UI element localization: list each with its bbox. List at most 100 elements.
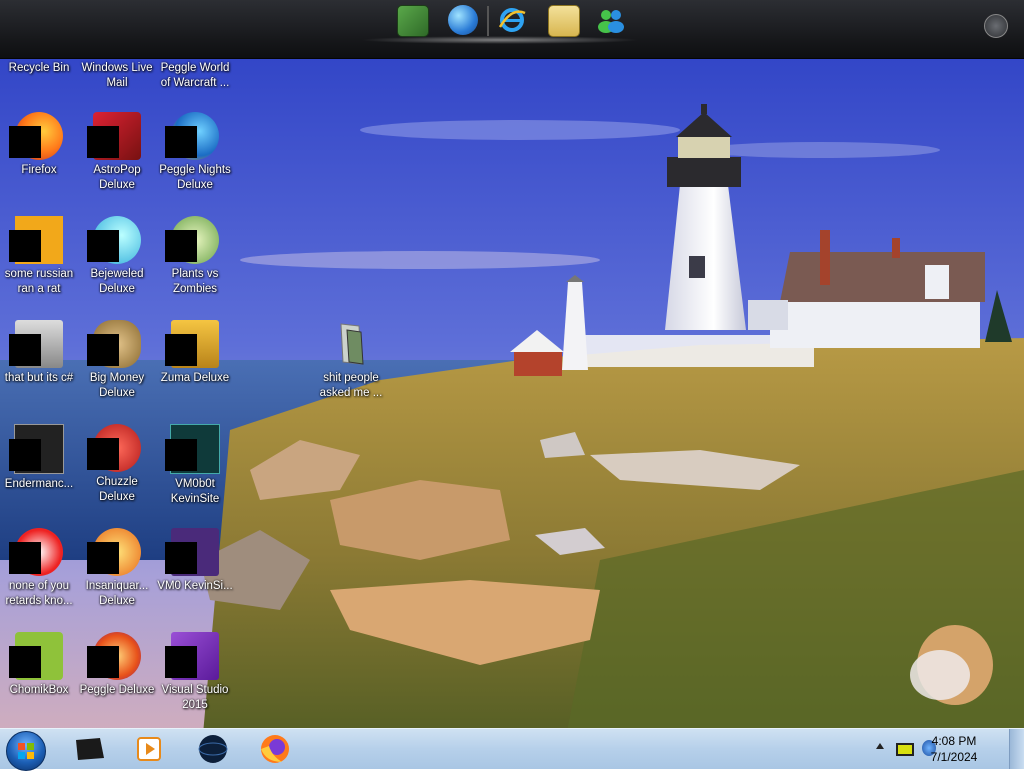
redaction-box xyxy=(87,334,119,366)
bejeweled-icon xyxy=(87,216,141,264)
redaction-box xyxy=(165,646,197,678)
desktop-icon-label: Insaniquar... Deluxe xyxy=(85,580,149,607)
messenger-icon[interactable] xyxy=(596,5,626,35)
redaction-box xyxy=(165,334,197,366)
desktop-icon-big-money[interactable]: Big Money Deluxe xyxy=(78,320,156,401)
chomikbox-icon xyxy=(9,632,63,680)
desktop-icon-label: shit people asked me ... xyxy=(319,372,383,399)
desktop-icon-label: Recycle Bin xyxy=(8,62,70,74)
desktop-icon-astropop[interactable]: AstroPop Deluxe xyxy=(78,112,156,193)
insaniquarium-icon xyxy=(87,528,141,576)
mail-icon[interactable] xyxy=(548,5,580,37)
app-icon xyxy=(165,528,219,576)
globe-icon[interactable] xyxy=(190,732,236,766)
desktop-icon-label: Zuma Deluxe xyxy=(160,372,230,384)
firefox-icon xyxy=(9,112,63,160)
dock-menu-icon[interactable] xyxy=(984,14,1008,38)
desktop-icon-label: Chuzzle Deluxe xyxy=(96,476,138,503)
desktop-icon-label: Firefox xyxy=(21,164,57,176)
peggle-icon xyxy=(87,632,141,680)
minecraft-icon[interactable] xyxy=(397,5,429,37)
redaction-box xyxy=(9,126,41,158)
astropop-icon xyxy=(87,112,141,160)
peggle-nights-icon xyxy=(165,112,219,160)
desktop-icon-chomikbox[interactable]: ChomikBox xyxy=(0,632,78,698)
redaction-box xyxy=(87,542,119,574)
folder-icon xyxy=(327,320,375,368)
redaction-box xyxy=(165,542,197,574)
redaction-box xyxy=(87,646,119,678)
desktop-icon-label: Endermanc... xyxy=(4,478,74,490)
desktop-icon-bejeweled[interactable]: Bejeweled Deluxe xyxy=(78,216,156,297)
desktop-icon-label: Bejeweled Deluxe xyxy=(90,268,144,295)
desktop-icon-label: Peggle World of Warcraft ... xyxy=(160,62,230,89)
desktop-icon-vm0[interactable]: VM0 KevinSi... xyxy=(156,528,234,594)
desktop-icon-recycle-bin[interactable]: Recycle Bin xyxy=(0,10,78,76)
desktop-icon-zuma[interactable]: Zuma Deluxe xyxy=(156,320,234,386)
desktop-icon-insaniquarium[interactable]: Insaniquar... Deluxe xyxy=(78,528,156,609)
terminal-icon xyxy=(9,424,64,474)
internet-explorer-icon[interactable] xyxy=(497,5,527,35)
desktop-icon-none-of-you[interactable]: none of you retards kno... xyxy=(0,528,78,609)
redaction-box xyxy=(87,230,119,262)
desktop-icon-firefox[interactable]: Firefox xyxy=(0,112,78,178)
terminal-icon xyxy=(165,424,220,474)
clock-time: 4:08 PM xyxy=(931,734,977,748)
desktop-icon-label: Big Money Deluxe xyxy=(89,372,145,399)
desktop-icon-label: VM0b0t KevinSite xyxy=(170,478,220,505)
desktop-icon-label: Peggle Deluxe xyxy=(79,684,155,696)
clock-date: 7/1/2024 xyxy=(930,750,978,764)
desktop-icon-label: VM0 KevinSi... xyxy=(157,580,233,592)
desktop-icon-visual-studio[interactable]: Visual Studio 2015 xyxy=(156,632,234,713)
task-view-icon[interactable] xyxy=(66,732,112,766)
desktop-icon-some-russian[interactable]: some russian ran a rat xyxy=(0,216,78,297)
redaction-box xyxy=(87,126,119,158)
desktop-icon-vm0b0t[interactable]: VM0b0t KevinSite xyxy=(156,424,234,507)
app-icon xyxy=(9,528,63,576)
media-player-icon[interactable] xyxy=(126,732,172,766)
desktop-icon-windows-live-mail[interactable]: Windows Live Mail xyxy=(78,10,156,91)
desktop-icon-peggle-wow[interactable]: Peggle World of Warcraft ... xyxy=(156,10,234,91)
redaction-box xyxy=(87,438,119,470)
dock-reflection xyxy=(360,36,640,44)
windows-start-icon[interactable] xyxy=(6,731,46,771)
desktop-icon-label: AstroPop Deluxe xyxy=(93,164,141,191)
app-icon xyxy=(9,216,63,264)
globe-download-icon[interactable] xyxy=(448,5,478,35)
redaction-box xyxy=(9,439,41,471)
redaction-box xyxy=(165,230,197,262)
redaction-box xyxy=(9,334,41,366)
visual-studio-icon xyxy=(165,632,219,680)
plants-vs-zombies-icon xyxy=(165,216,219,264)
big-money-icon xyxy=(87,320,141,368)
desktop-icon-label: Windows Live Mail xyxy=(81,62,153,89)
peggle-icon xyxy=(171,10,219,58)
recycle-bin-icon xyxy=(15,10,63,58)
chuzzle-icon xyxy=(87,424,141,472)
desktop-icon-label: Peggle Nights Deluxe xyxy=(159,164,231,191)
dock-separator xyxy=(487,6,489,36)
clock[interactable]: 4:08 PM 7/1/2024 xyxy=(924,733,984,765)
show-desktop-button[interactable] xyxy=(1009,729,1024,769)
desktop-icon-label: ChomikBox xyxy=(9,684,69,696)
zuma-icon xyxy=(165,320,219,368)
desktop-icon-peggle-nights[interactable]: Peggle Nights Deluxe xyxy=(156,112,234,193)
firefox-icon[interactable] xyxy=(252,732,298,766)
desktop-icon-peggle-deluxe[interactable]: Peggle Deluxe xyxy=(78,632,156,698)
desktop-icon-plants-vs-zombies[interactable]: Plants vs Zombies xyxy=(156,216,234,297)
desktop-icon-that-but-csharp[interactable]: that but its c# xyxy=(0,320,78,386)
show-hidden-icons-chevron[interactable] xyxy=(876,743,884,749)
desktop-icon-label: none of you retards kno... xyxy=(5,580,73,607)
desktop-icon-endermanc[interactable]: Endermanc... xyxy=(0,424,78,492)
desktop-icon-label: some russian ran a rat xyxy=(4,268,74,295)
redaction-box xyxy=(9,646,41,678)
app-icon xyxy=(9,320,63,368)
desktop-icon-folder[interactable]: shit people asked me ... xyxy=(312,320,390,401)
redaction-box xyxy=(165,439,197,471)
battery-icon[interactable] xyxy=(896,743,914,756)
redaction-box xyxy=(9,542,41,574)
desktop-icon-label: Visual Studio 2015 xyxy=(161,684,229,711)
desktop-icon-chuzzle[interactable]: Chuzzle Deluxe xyxy=(78,424,156,505)
taskbar: 4:08 PM 7/1/2024 xyxy=(0,728,1024,771)
desktop-icon-label: Plants vs Zombies xyxy=(171,268,219,295)
